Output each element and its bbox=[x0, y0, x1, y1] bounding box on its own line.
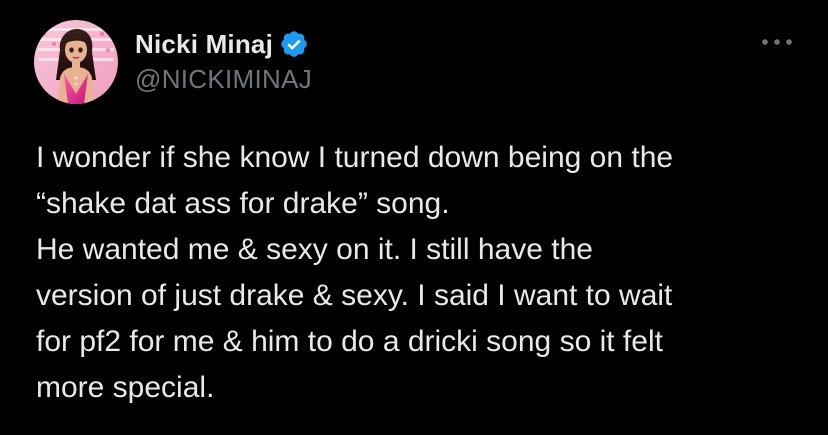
tweet-body-text: I wonder if she know I turned down being… bbox=[36, 135, 816, 411]
tweet-text-line: version of just drake & sexy. I said I w… bbox=[36, 279, 673, 312]
tweet-text-line: more special. bbox=[36, 371, 215, 404]
profile-avatar[interactable] bbox=[34, 20, 118, 104]
tweet-card: Nicki Minaj @NICKIMINAJ I wonder if she … bbox=[0, 0, 828, 435]
author-handle[interactable]: @NICKIMINAJ bbox=[135, 64, 312, 95]
author-display-name[interactable]: Nicki Minaj bbox=[135, 29, 273, 60]
tweet-text-line: “shake dat ass for drake” song. bbox=[36, 187, 450, 220]
tweet-text-line: for pf2 for me & him to do a dricki song… bbox=[36, 325, 663, 358]
more-options-button[interactable] bbox=[757, 30, 797, 54]
tweet-text-line: He wanted me & sexy on it. I still have … bbox=[36, 233, 593, 266]
more-dots-icon bbox=[762, 39, 792, 45]
tweet-text-line: I wonder if she know I turned down being… bbox=[36, 141, 674, 174]
verified-badge-icon bbox=[279, 29, 309, 59]
avatar-image bbox=[34, 20, 118, 104]
author-name-row: Nicki Minaj bbox=[135, 27, 309, 61]
